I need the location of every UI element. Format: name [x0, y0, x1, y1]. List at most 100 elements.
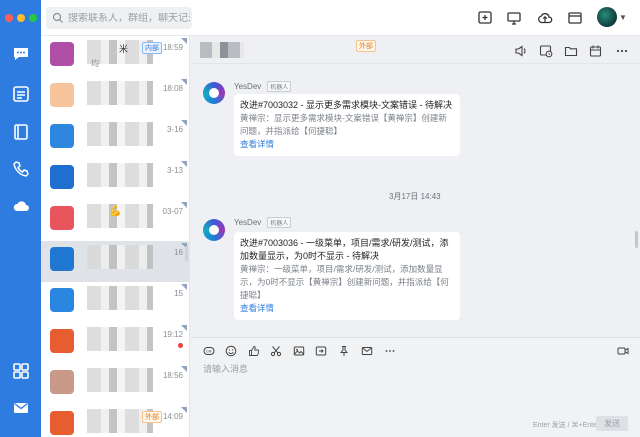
avatar	[50, 247, 74, 271]
window-controls	[5, 14, 37, 22]
scissors-icon[interactable]	[269, 344, 283, 358]
pinned-corner	[181, 202, 187, 208]
emoji-icon[interactable]	[224, 344, 238, 358]
speaker-icon[interactable]	[513, 43, 529, 59]
conversation-item[interactable]: 15	[41, 282, 189, 323]
conversation-preview-redacted	[87, 81, 153, 105]
chat-icon[interactable]	[11, 44, 30, 63]
conversation-item[interactable]: 16	[41, 241, 189, 282]
close-window-button[interactable]	[5, 14, 13, 22]
conversation-item[interactable]: 💪 03-07	[41, 200, 189, 241]
conversation-time: 18:56	[162, 371, 183, 380]
chat-header: 外部	[191, 36, 640, 64]
list-scrollbar[interactable]	[185, 246, 188, 261]
message-sender: YesDev 机器人	[234, 217, 292, 228]
message-bubble[interactable]: 改进#7003036 - 一级菜单，项目/需求/研发/测试，添加数量显示，为0时…	[234, 232, 460, 320]
conversation-time: 15	[174, 289, 183, 298]
image-icon[interactable]	[292, 344, 306, 358]
chat-title-redacted	[200, 42, 244, 58]
conversation-preview-redacted	[87, 245, 153, 269]
bot-avatar[interactable]	[203, 219, 225, 241]
svg-text:GIF: GIF	[206, 350, 212, 354]
send-button[interactable]: 发送	[596, 416, 628, 431]
conversation-time: 16	[174, 248, 183, 257]
gif-icon[interactable]: GIF	[202, 344, 216, 358]
thumbs-up-icon[interactable]	[247, 344, 261, 358]
pinned-corner	[181, 79, 187, 85]
conversation-item[interactable]: 19:12	[41, 323, 189, 364]
avatar	[50, 206, 74, 230]
search-icon	[52, 12, 63, 23]
message-desc: 黄禅宗：显示更多需求模块-文案错误【黄禅宗】创建新问题，并指派给【何捷聪】	[240, 113, 447, 136]
message-input[interactable]	[203, 362, 623, 410]
bot-avatar[interactable]	[203, 82, 225, 104]
screen-share-icon[interactable]	[505, 9, 523, 27]
conversation-time: 18:59	[162, 43, 183, 52]
robot-badge: 机器人	[267, 81, 292, 92]
conversation-title-fragment: 米	[119, 44, 129, 54]
conversation-item[interactable]: 18:56	[41, 364, 189, 405]
clock-icon[interactable]	[538, 43, 554, 59]
cloud-icon[interactable]	[11, 196, 30, 215]
pin-icon[interactable]	[337, 344, 351, 358]
book-icon[interactable]	[11, 122, 30, 141]
conversation-item[interactable]: 外部 14:09	[41, 405, 189, 437]
message-sender: YesDev 机器人	[234, 81, 292, 92]
folder-icon[interactable]	[563, 43, 579, 59]
avatar[interactable]	[597, 7, 617, 27]
composer: GIF Enter 发送 / ⌘+Enter 换行 发送	[191, 337, 640, 437]
external-tag: 外部	[356, 40, 376, 52]
minimize-window-button[interactable]	[17, 14, 25, 22]
pinned-corner	[181, 325, 187, 331]
conversation-item[interactable]: 3-16	[41, 118, 189, 159]
flex-emoji: 💪	[109, 206, 122, 217]
avatar	[50, 165, 74, 189]
add-icon[interactable]	[476, 9, 494, 27]
cloud-upload-icon[interactable]	[536, 9, 554, 27]
forward-icon[interactable]	[314, 344, 328, 358]
conversation-time: 14:09	[162, 412, 183, 421]
view-details-link[interactable]: 查看详情	[240, 302, 454, 315]
mail-icon[interactable]	[360, 344, 374, 358]
message-title: 改进#7003032 - 显示更多需求模块-文案错误 - 待解决	[240, 100, 453, 110]
maximize-window-button[interactable]	[29, 14, 37, 22]
view-details-link[interactable]: 查看详情	[240, 138, 454, 151]
calendar-icon[interactable]	[588, 43, 604, 59]
pinned-corner	[181, 366, 187, 372]
window-icon[interactable]	[566, 9, 584, 27]
conversation-item[interactable]: 内部 米均 18:59	[41, 36, 189, 77]
video-icon[interactable]	[616, 344, 630, 358]
conversation-tag: 内部	[142, 42, 162, 54]
conversation-preview-redacted	[87, 327, 153, 351]
conversation-item[interactable]: 18:08	[41, 77, 189, 118]
phone-icon[interactable]	[11, 159, 30, 178]
avatar	[50, 288, 74, 312]
search-box[interactable]	[46, 7, 192, 29]
grid-card-icon[interactable]	[11, 84, 30, 103]
conversation-time: 03-07	[162, 207, 183, 216]
more-icon[interactable]	[383, 344, 397, 358]
search-input[interactable]	[68, 12, 190, 24]
pinned-corner	[181, 407, 187, 413]
conversation-time: 18:08	[162, 84, 183, 93]
conversation-time: 3-13	[166, 166, 183, 175]
pinned-corner	[181, 38, 187, 44]
avatar	[50, 411, 74, 435]
conversation-preview-redacted	[87, 122, 153, 146]
chevron-down-icon[interactable]: ▼	[619, 13, 627, 22]
conversation-preview-redacted	[87, 286, 153, 310]
more-icon[interactable]	[614, 43, 630, 59]
conversation-preview-redacted	[87, 163, 153, 187]
date-divider: 3月17日 14:43	[389, 192, 441, 201]
avatar	[50, 124, 74, 148]
top-bar: ▼	[41, 0, 640, 36]
message-scrollbar[interactable]	[635, 231, 638, 248]
sender-name: YesDev	[234, 218, 262, 227]
message-area: YesDev 机器人 改进#7003032 - 显示更多需求模块-文案错误 - …	[191, 64, 640, 337]
conversation-item[interactable]: 3-13	[41, 159, 189, 200]
message-bubble[interactable]: 改进#7003032 - 显示更多需求模块-文案错误 - 待解决 黄禅宗：显示更…	[234, 94, 460, 156]
apps-icon[interactable]	[11, 361, 30, 380]
left-rail	[0, 0, 41, 437]
mail-icon[interactable]	[11, 398, 30, 417]
pinned-corner	[181, 284, 187, 290]
